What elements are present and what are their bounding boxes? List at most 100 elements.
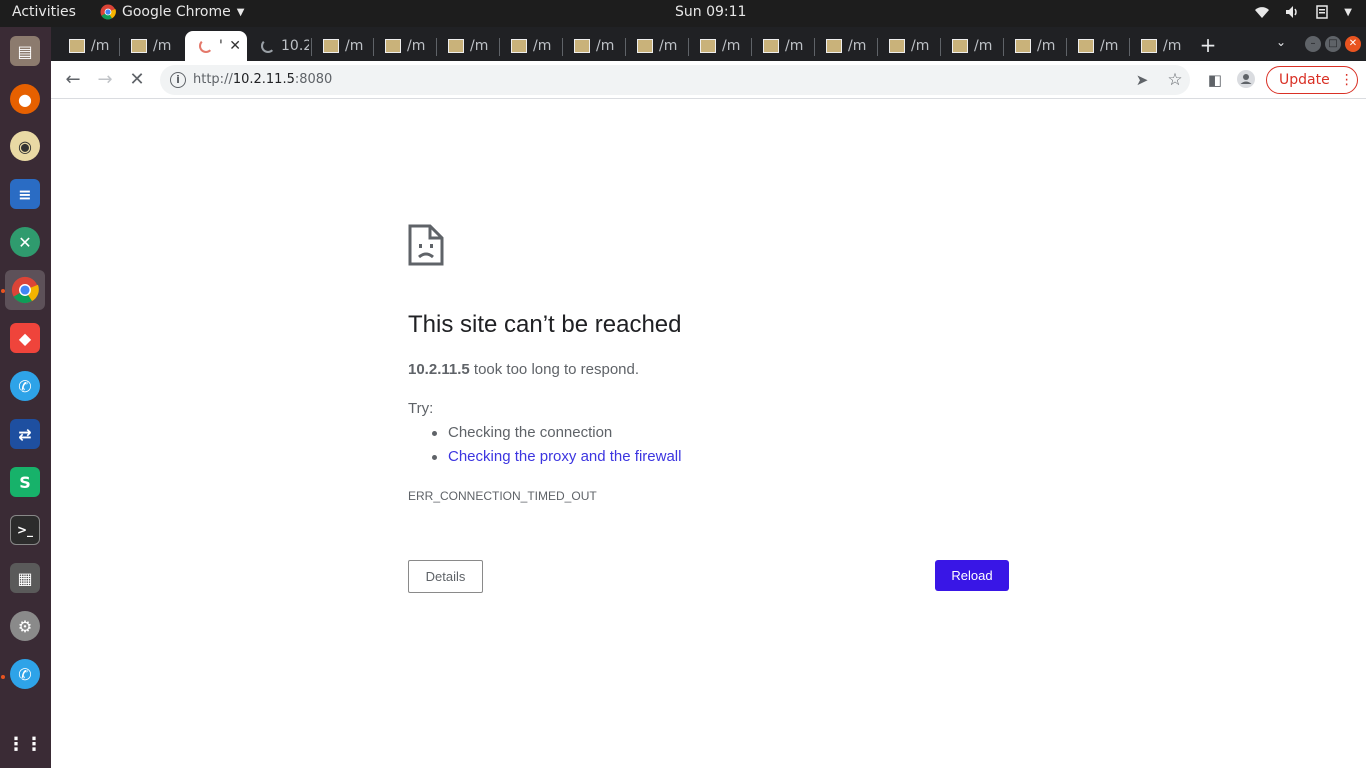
tab[interactable]: /m bbox=[309, 31, 371, 61]
broken-image-icon bbox=[69, 39, 85, 53]
volume-icon bbox=[1286, 6, 1298, 18]
stop-loading-button[interactable]: ✕ bbox=[126, 69, 148, 91]
dock-files[interactable]: ▤ bbox=[5, 31, 45, 71]
broken-image-icon bbox=[574, 39, 590, 53]
reload-button[interactable]: Reload bbox=[935, 560, 1009, 591]
tab-title: /m bbox=[153, 38, 172, 54]
broken-image-icon bbox=[952, 39, 968, 53]
calculator-icon: ▦ bbox=[10, 563, 40, 593]
dock-terminal[interactable]: >_ bbox=[5, 510, 45, 550]
tab-title: /m bbox=[91, 38, 110, 54]
back-button[interactable]: ← bbox=[62, 69, 84, 91]
tab-title: /m bbox=[785, 38, 804, 54]
tab-title: /m bbox=[345, 38, 364, 54]
tab-title: /m bbox=[407, 38, 426, 54]
tab-title: /m bbox=[722, 38, 741, 54]
remmina-icon: ✕ bbox=[10, 227, 40, 257]
close-window-button[interactable]: ✕ bbox=[1345, 36, 1361, 52]
app-menu-label: Google Chrome bbox=[122, 4, 231, 20]
forward-button[interactable]: → bbox=[94, 69, 116, 91]
dock-anydesk[interactable]: ◆ bbox=[5, 318, 45, 358]
network-tool-icon: ⇄ bbox=[10, 419, 40, 449]
address-bar[interactable]: i http://10.2.11.5:8080 ➤ ☆ bbox=[160, 65, 1190, 95]
profile-avatar-icon[interactable] bbox=[1235, 69, 1257, 91]
activities-button[interactable]: Activities bbox=[12, 4, 76, 20]
tab-title: /m bbox=[596, 38, 615, 54]
running-indicator bbox=[1, 289, 5, 293]
url-host: 10.2.11.5 bbox=[232, 72, 295, 87]
broken-image-icon bbox=[637, 39, 653, 53]
tab[interactable]: /m bbox=[560, 31, 622, 61]
update-button[interactable]: Update ⋮ bbox=[1266, 66, 1358, 94]
tab[interactable]: /m bbox=[875, 31, 937, 61]
tab[interactable]: /m bbox=[55, 31, 117, 61]
dock-chrome[interactable] bbox=[5, 270, 45, 310]
maximize-button[interactable]: □ bbox=[1325, 36, 1341, 52]
suggestions-list: Checking the connection Checking the pro… bbox=[408, 423, 681, 471]
tab[interactable]: /m bbox=[812, 31, 874, 61]
dock-remmina[interactable]: ✕ bbox=[5, 222, 45, 262]
tab-title: ' bbox=[219, 38, 223, 54]
dock-writer[interactable]: ≡ bbox=[5, 174, 45, 214]
tab[interactable]: /m bbox=[1127, 31, 1189, 61]
dock-wps-spreadsheet[interactable]: S bbox=[5, 462, 45, 502]
tab-search-chevron-icon[interactable]: ⌄ bbox=[1276, 35, 1286, 49]
browser-toolbar: ← → ✕ i http://10.2.11.5:8080 ➤ ☆ ◧ Upda… bbox=[51, 61, 1366, 99]
rhythmbox-icon: ◉ bbox=[10, 131, 40, 161]
chrome-icon bbox=[11, 276, 39, 304]
side-panel-icon[interactable]: ◧ bbox=[1204, 69, 1226, 91]
broken-image-icon bbox=[511, 39, 527, 53]
bookmark-star-icon[interactable]: ☆ bbox=[1164, 69, 1186, 91]
clock[interactable]: Sun 09:11 bbox=[675, 4, 746, 20]
suggestion-check-connection: Checking the connection bbox=[408, 423, 681, 447]
app-menu[interactable]: Google Chrome ▼ bbox=[100, 4, 244, 20]
tab[interactable]: /m bbox=[938, 31, 1000, 61]
tab-active[interactable]: ' ✕ bbox=[185, 31, 247, 61]
tab[interactable]: /m bbox=[117, 31, 179, 61]
dock-phone-2[interactable]: ✆ bbox=[5, 654, 45, 694]
send-to-devices-icon[interactable]: ➤ bbox=[1131, 69, 1153, 91]
chevron-down-icon: ▼ bbox=[236, 6, 245, 18]
tab[interactable]: /m bbox=[686, 31, 748, 61]
error-page: This site can’t be reached 10.2.11.5 too… bbox=[51, 99, 1366, 768]
minimize-button[interactable]: – bbox=[1305, 36, 1321, 52]
dock-show-apps[interactable]: ⋮⋮ bbox=[5, 724, 45, 764]
chevron-down-icon: ▼ bbox=[1344, 6, 1352, 18]
tab[interactable]: /m bbox=[434, 31, 496, 61]
tab-title: /m bbox=[1100, 38, 1119, 54]
tab-title: /m bbox=[659, 38, 678, 54]
url-text[interactable]: http://10.2.11.5:8080 bbox=[193, 72, 332, 87]
tab[interactable]: /m bbox=[623, 31, 685, 61]
tab[interactable]: /m bbox=[749, 31, 811, 61]
tab[interactable]: /m bbox=[497, 31, 559, 61]
details-button[interactable]: Details bbox=[408, 560, 483, 593]
dock-rhythmbox[interactable]: ◉ bbox=[5, 126, 45, 166]
broken-image-icon bbox=[131, 39, 147, 53]
more-vert-icon: ⋮ bbox=[1339, 72, 1354, 88]
new-tab-button[interactable]: + bbox=[1196, 33, 1220, 57]
dock-phone[interactable]: ✆ bbox=[5, 366, 45, 406]
clipboard-icon bbox=[1316, 5, 1329, 19]
system-top-bar: Activities Google Chrome ▼ Sun 09:11 ▼ bbox=[0, 0, 1366, 27]
system-tray[interactable]: ▼ bbox=[1254, 4, 1352, 20]
tab[interactable]: /m bbox=[1064, 31, 1126, 61]
files-icon: ▤ bbox=[10, 36, 40, 66]
broken-image-icon bbox=[1015, 39, 1031, 53]
dock-calculator[interactable]: ▦ bbox=[5, 558, 45, 598]
dock-settings-tool[interactable]: ⚙ bbox=[5, 606, 45, 646]
error-title: This site can’t be reached bbox=[408, 311, 682, 338]
suggestion-check-proxy-link[interactable]: Checking the proxy and the firewall bbox=[408, 447, 681, 471]
tab[interactable]: /m bbox=[371, 31, 433, 61]
dock-firefox[interactable]: ● bbox=[5, 79, 45, 119]
dock-network-tool[interactable]: ⇄ bbox=[5, 414, 45, 454]
tab-loading[interactable]: 10.2 bbox=[247, 31, 309, 61]
tab-title: 10.2 bbox=[281, 38, 309, 54]
update-label: Update bbox=[1279, 72, 1330, 88]
broken-image-icon bbox=[700, 39, 716, 53]
error-code: ERR_CONNECTION_TIMED_OUT bbox=[408, 489, 597, 503]
chrome-logo-icon bbox=[100, 4, 116, 20]
tab-title: /m bbox=[1163, 38, 1182, 54]
tab[interactable]: /m bbox=[1001, 31, 1063, 61]
close-tab-icon[interactable]: ✕ bbox=[229, 38, 241, 54]
site-info-icon[interactable]: i bbox=[170, 72, 186, 88]
